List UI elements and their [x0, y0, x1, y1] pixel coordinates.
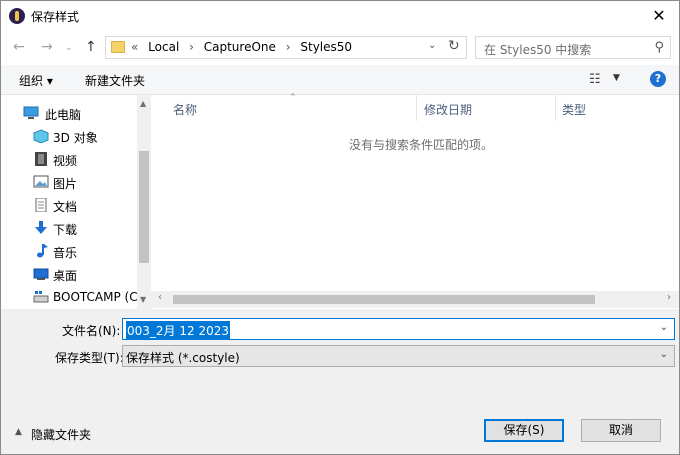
column-header-type[interactable]: 类型: [562, 101, 586, 127]
title-bar: 保存样式 ✕: [1, 1, 679, 31]
file-list: ⌃ 名称 修改日期 类型 没有与搜索条件匹配的项。: [151, 93, 679, 309]
filename-label: 文件名(N):: [62, 324, 121, 338]
document-icon: [35, 198, 47, 212]
breadcrumb-overflow[interactable]: «: [131, 40, 138, 54]
filetype-dropdown-icon[interactable]: ⌄: [660, 349, 668, 360]
scroll-left-arrow-icon[interactable]: ‹: [158, 292, 162, 303]
sidebar-item-label: 音乐: [53, 246, 78, 260]
column-header-name[interactable]: 名称: [173, 101, 197, 127]
sidebar-item-label: 此电脑: [45, 108, 82, 122]
column-divider[interactable]: [416, 95, 417, 121]
filename-dropdown-icon[interactable]: ⌄: [660, 322, 668, 333]
search-icon: ⚲: [654, 40, 664, 55]
collapse-chevron-icon[interactable]: ▲: [15, 427, 22, 437]
sidebar-item-videos[interactable]: 视频: [23, 150, 151, 170]
sidebar-item-label: 下载: [53, 223, 78, 237]
sidebar-item-music[interactable]: 音乐: [23, 242, 151, 262]
column-header-date-modified[interactable]: 修改日期: [424, 101, 472, 127]
hide-folders-toggle[interactable]: 隐藏文件夹: [31, 426, 91, 443]
folder-icon: [111, 41, 125, 53]
breadcrumb-separator-icon: ›: [285, 40, 291, 54]
sidebar-scrollbar-thumb[interactable]: [139, 151, 149, 263]
help-icon[interactable]: ?: [650, 71, 666, 87]
organize-menu-button[interactable]: 组织 ▾: [19, 72, 53, 89]
cancel-button[interactable]: 取消: [581, 419, 661, 442]
search-input[interactable]: 在 Styles50 中搜索 ⚲: [475, 36, 671, 59]
address-dropdown-icon[interactable]: ⌄: [428, 40, 436, 51]
navigation-pane: 此电脑 3D 对象 视频 图片 文档 下载 音乐 桌面 BOOTCAMP (C: [1, 95, 151, 309]
computer-icon: [23, 106, 39, 119]
sidebar-item-pictures[interactable]: 图片: [23, 173, 151, 193]
forward-arrow-icon[interactable]: →: [41, 39, 53, 55]
drive-icon: [33, 291, 49, 303]
file-list-horizontal-scrollbar[interactable]: ‹ ›: [151, 291, 679, 308]
empty-results-message: 没有与搜索条件匹配的项。: [349, 138, 494, 152]
sidebar-item-label: 图片: [53, 177, 78, 191]
breadcrumb-separator-icon: ›: [189, 40, 194, 54]
sidebar-item-label: BOOTCAMP (C: [53, 290, 137, 304]
sidebar-item-downloads[interactable]: 下载: [23, 219, 151, 239]
column-divider[interactable]: [555, 95, 556, 121]
picture-icon: [33, 175, 49, 188]
capture-one-app-icon: [9, 8, 25, 24]
sidebar-item-label: 桌面: [53, 269, 78, 283]
filetype-select[interactable]: 保存样式 (*.costyle) ⌄: [122, 345, 675, 367]
dialog-title: 保存样式: [31, 10, 80, 24]
view-options-dropdown-icon[interactable]: ▼: [613, 73, 620, 83]
breadcrumb: « Local › CaptureOne › Styles50: [131, 40, 358, 54]
filetype-value: 保存样式 (*.costyle): [126, 351, 240, 365]
film-icon: [35, 152, 47, 166]
desktop-icon: [33, 268, 49, 280]
sidebar-item-bootcamp[interactable]: BOOTCAMP (C: [23, 288, 137, 308]
music-note-icon: [37, 244, 48, 258]
sidebar-item-3d-objects[interactable]: 3D 对象: [23, 127, 151, 147]
breadcrumb-local[interactable]: Local: [148, 40, 179, 54]
horizontal-scrollbar-thumb[interactable]: [173, 295, 595, 304]
refresh-icon[interactable]: ↻: [448, 38, 460, 54]
close-icon[interactable]: ✕: [639, 1, 679, 31]
download-arrow-icon: [35, 221, 47, 234]
new-folder-button[interactable]: 新建文件夹: [85, 72, 145, 89]
breadcrumb-styles50[interactable]: Styles50: [300, 40, 352, 54]
navigation-bar: ← → ⌄ ↑ « Local › CaptureOne › Styles50 …: [1, 31, 679, 65]
sidebar-item-this-pc[interactable]: 此电脑: [1, 104, 137, 124]
save-button[interactable]: 保存(S): [484, 419, 564, 442]
sidebar-item-desktop[interactable]: 桌面: [23, 265, 151, 285]
scroll-right-arrow-icon[interactable]: ›: [667, 292, 671, 303]
command-toolbar: 组织 ▾ 新建文件夹 ☷ ▼ ?: [1, 65, 679, 95]
view-options-icon[interactable]: ☷: [589, 72, 601, 87]
address-bar[interactable]: « Local › CaptureOne › Styles50 ⌄ ↻: [105, 36, 467, 59]
sidebar-item-label: 文档: [53, 200, 78, 214]
cube-icon: [33, 129, 49, 143]
up-arrow-icon[interactable]: ↑: [85, 39, 97, 55]
sidebar-item-label: 3D 对象: [53, 131, 98, 145]
recent-locations-chevron-icon[interactable]: ⌄: [65, 43, 73, 53]
back-arrow-icon[interactable]: ←: [13, 39, 25, 55]
sidebar-item-documents[interactable]: 文档: [23, 196, 151, 216]
filetype-label: 保存类型(T):: [55, 351, 124, 365]
breadcrumb-captureone[interactable]: CaptureOne: [204, 40, 276, 54]
filename-field[interactable]: 003_2月 12 2023 ⌄: [122, 318, 675, 340]
scroll-down-arrow-icon[interactable]: ▼: [140, 295, 146, 304]
sort-ascending-icon: ⌃: [289, 93, 297, 103]
save-style-dialog: 保存样式 ✕ ← → ⌄ ↑ « Local › CaptureOne › St…: [0, 0, 680, 455]
scroll-up-arrow-icon[interactable]: ▲: [140, 99, 146, 108]
filename-value[interactable]: 003_2月 12 2023: [126, 321, 230, 340]
sidebar-item-label: 视频: [53, 154, 78, 168]
search-placeholder: 在 Styles50 中搜索: [484, 43, 592, 57]
